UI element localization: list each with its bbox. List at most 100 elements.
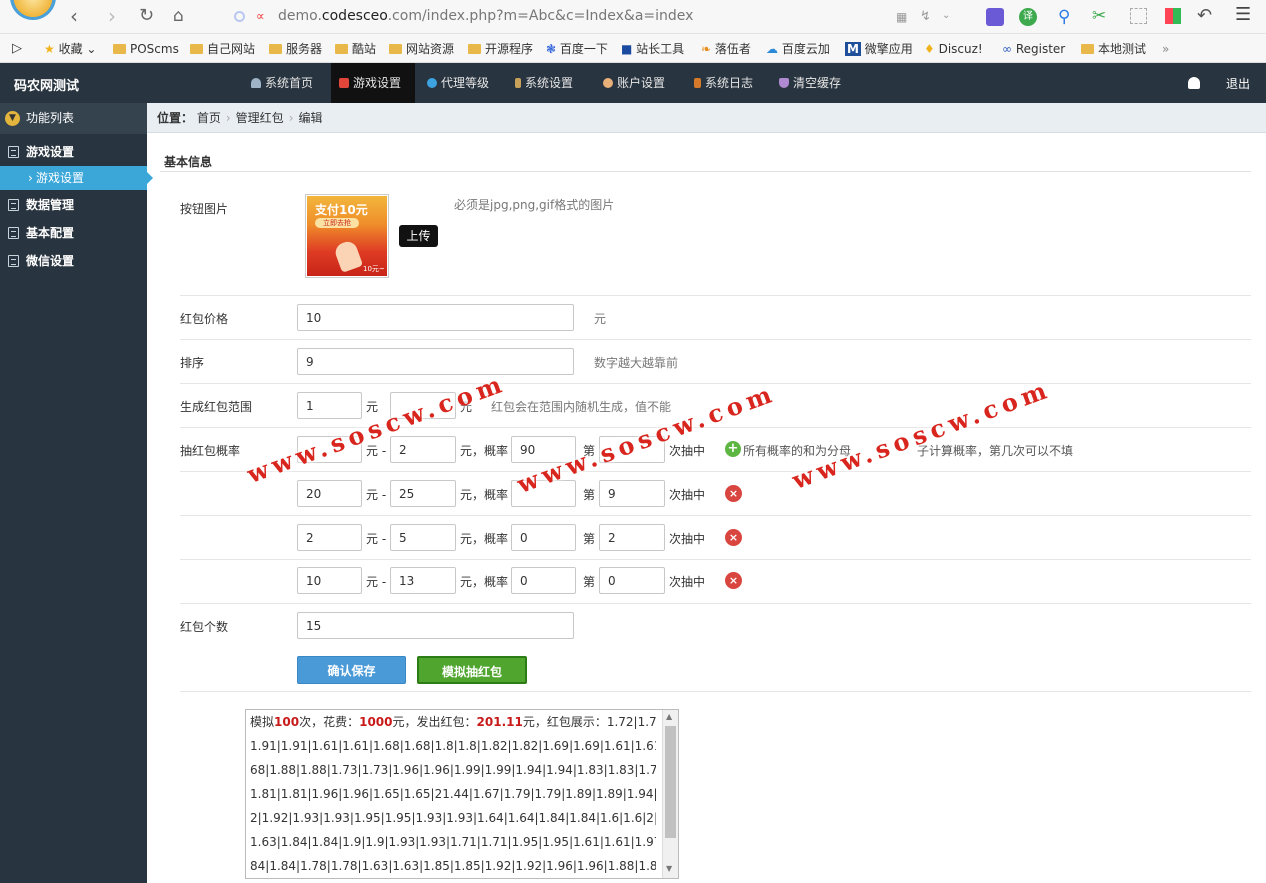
more-bookmarks-icon[interactable]: » <box>1162 41 1169 57</box>
main-content: 基本信息 按钮图片 支付10元 立即去抢 10元~ 上传 必须是jpg,png,… <box>147 133 1266 883</box>
add-row-icon[interactable]: + <box>725 441 741 457</box>
menu-game-settings[interactable]: 游戏设置 <box>331 63 415 103</box>
list-icon <box>8 227 19 239</box>
m-logo-icon: M <box>845 42 861 56</box>
sort-input[interactable]: 9 <box>297 348 574 375</box>
menu-agent-level[interactable]: 代理等级 <box>419 63 497 103</box>
search-icon[interactable]: ⚲ <box>1058 7 1070 27</box>
divider <box>160 171 1251 172</box>
range-min-input[interactable]: 1 <box>297 392 362 419</box>
forward-icon[interactable]: › <box>108 6 116 26</box>
prob-value-input[interactable]: 0 <box>511 567 576 594</box>
prob-nth-input[interactable]: 2 <box>599 524 665 551</box>
sidebar-group-game-settings[interactable]: 游戏设置 <box>0 138 147 166</box>
bookmark-item[interactable]: ❧ 落伍者 <box>701 41 751 57</box>
sort-label: 排序 <box>180 356 205 370</box>
prob-value-input[interactable]: 0 <box>511 524 576 551</box>
tool-icon: ■ <box>621 42 633 56</box>
app-header: 码农网测试 系统首页 游戏设置 代理等级 系统设置 账户设置 系统日志 清空缓存… <box>0 63 1266 103</box>
count-input[interactable]: 15 <box>297 612 574 639</box>
hit-label: 次抽中 <box>669 444 706 458</box>
lightning-icon[interactable]: ↯ <box>920 9 931 24</box>
apps-icon[interactable] <box>1165 8 1181 24</box>
game-icon <box>339 78 349 88</box>
translate-icon[interactable]: 译 <box>1019 8 1037 26</box>
prob-nth-input[interactable]: 0 <box>599 567 665 594</box>
scroll-up-icon[interactable]: ▲ <box>666 712 672 721</box>
result-cost: 1000 <box>359 715 393 729</box>
sidebar-group-basic-config[interactable]: 基本配置 <box>0 219 147 247</box>
folder-icon <box>468 44 481 54</box>
simulation-result-textarea[interactable]: 模拟100次，花费：1000元，发出红包：201.11元，红包展示：1.72|1… <box>245 709 679 879</box>
bookmark-item[interactable]: 酷站 <box>335 41 376 57</box>
scrollbar[interactable]: ▲ ▼ <box>662 710 678 878</box>
price-label: 红包价格 <box>180 312 229 326</box>
bookmark-item[interactable]: 自己网站 <box>190 41 255 57</box>
button-image-preview[interactable]: 支付10元 立即去抢 10元~ <box>305 194 389 278</box>
bookmark-item[interactable]: 网站资源 <box>389 41 454 57</box>
back-icon[interactable]: ‹ <box>70 6 78 26</box>
bookmark-item[interactable]: 本地测试 <box>1081 41 1146 57</box>
bookmark-favorites[interactable]: ★ 收藏 ⌄ <box>44 41 96 57</box>
bookmark-item[interactable]: ■ 站长工具 <box>621 41 684 57</box>
level-icon <box>427 78 437 88</box>
chevron-down-icon[interactable]: ⌄ <box>942 10 950 21</box>
list-icon <box>8 199 19 211</box>
scroll-down-icon[interactable]: ▼ <box>666 864 672 873</box>
sidebar-item-game-settings[interactable]: 游戏设置 <box>0 166 153 190</box>
save-button[interactable]: 确认保存 <box>297 656 406 684</box>
screenshot-icon[interactable] <box>1130 8 1147 24</box>
logout-link[interactable]: 退出 <box>1226 75 1250 92</box>
scrollbar-thumb[interactable] <box>665 726 676 838</box>
breadcrumb-home[interactable]: 首页 <box>197 111 221 125</box>
hit-label: 次抽中 <box>669 532 706 546</box>
sidebar-toggle-icon[interactable]: ▷ <box>12 41 22 57</box>
breadcrumb-manage[interactable]: 管理红包 <box>236 111 284 125</box>
url-domain: codesceo <box>321 8 388 24</box>
menu-system-settings[interactable]: 系统设置 <box>507 63 581 103</box>
prob-max-input[interactable]: 25 <box>390 480 456 507</box>
delete-row-icon[interactable]: × <box>725 529 742 546</box>
delete-row-icon[interactable]: × <box>725 485 742 502</box>
menu-home[interactable]: 系统首页 <box>243 63 321 103</box>
undo-icon[interactable]: ↶ <box>1197 5 1212 26</box>
delete-row-icon[interactable]: × <box>725 572 742 589</box>
scissors-icon[interactable]: ✂ <box>1092 6 1106 26</box>
prob-min-input[interactable]: 10 <box>297 567 362 594</box>
qr-icon[interactable]: ▦ <box>896 10 907 24</box>
menu-account-settings[interactable]: 账户设置 <box>595 63 673 103</box>
prob-max-input[interactable]: 2 <box>390 436 456 463</box>
image-format-hint: 必须是jpg,png,gif格式的图片 <box>454 198 615 212</box>
reload-icon[interactable]: ↻ <box>139 6 154 26</box>
prob-min-input[interactable]: 2 <box>297 524 362 551</box>
prob-min-input[interactable]: 20 <box>297 480 362 507</box>
prob-max-input[interactable]: 5 <box>390 524 456 551</box>
bookmark-item[interactable]: ∞ Register <box>1002 41 1065 57</box>
result-total: 201.11 <box>476 715 523 729</box>
home-icon[interactable]: ⌂ <box>173 6 184 26</box>
divider <box>180 339 1251 340</box>
bookmark-item[interactable]: 服务器 <box>269 41 322 57</box>
bookmark-item[interactable]: 开源程序 <box>468 41 533 57</box>
user-icon <box>603 78 613 88</box>
menu-icon[interactable]: ☰ <box>1235 4 1251 25</box>
address-bar[interactable]: ∝ demo.codesceo.com/index.php?m=Abc&c=In… <box>228 4 968 30</box>
bookmark-item[interactable]: ♦ Discuz! <box>924 41 983 57</box>
upload-button[interactable]: 上传 <box>399 225 438 247</box>
bookmark-item[interactable]: ❃ 百度一下 <box>546 41 608 57</box>
bookmark-item[interactable]: ☁ 百度云加 <box>766 41 830 57</box>
sidebar-group-wechat-settings[interactable]: 微信设置 <box>0 247 147 275</box>
url-rest: .com/index.php?m=Abc&c=Index&a=index <box>387 8 694 24</box>
menu-clear-cache[interactable]: 清空缓存 <box>771 63 849 103</box>
sidebar-group-data-management[interactable]: 数据管理 <box>0 191 147 219</box>
extension-icon[interactable] <box>986 8 1004 26</box>
prob-nth-input[interactable]: 9 <box>599 480 665 507</box>
bookmark-item[interactable]: M 微擎应用 <box>845 41 913 57</box>
prob-max-input[interactable]: 13 <box>390 567 456 594</box>
bookmark-item[interactable]: POScms <box>113 41 179 57</box>
price-input[interactable]: 10 <box>297 304 574 331</box>
menu-system-log[interactable]: 系统日志 <box>686 63 761 103</box>
user-avatar-icon[interactable] <box>1188 77 1200 89</box>
simulate-button[interactable]: 模拟抽红包 <box>417 656 527 684</box>
browser-toolbar: ‹ › ↻ ⌂ ∝ demo.codesceo.com/index.php?m=… <box>0 0 1266 34</box>
